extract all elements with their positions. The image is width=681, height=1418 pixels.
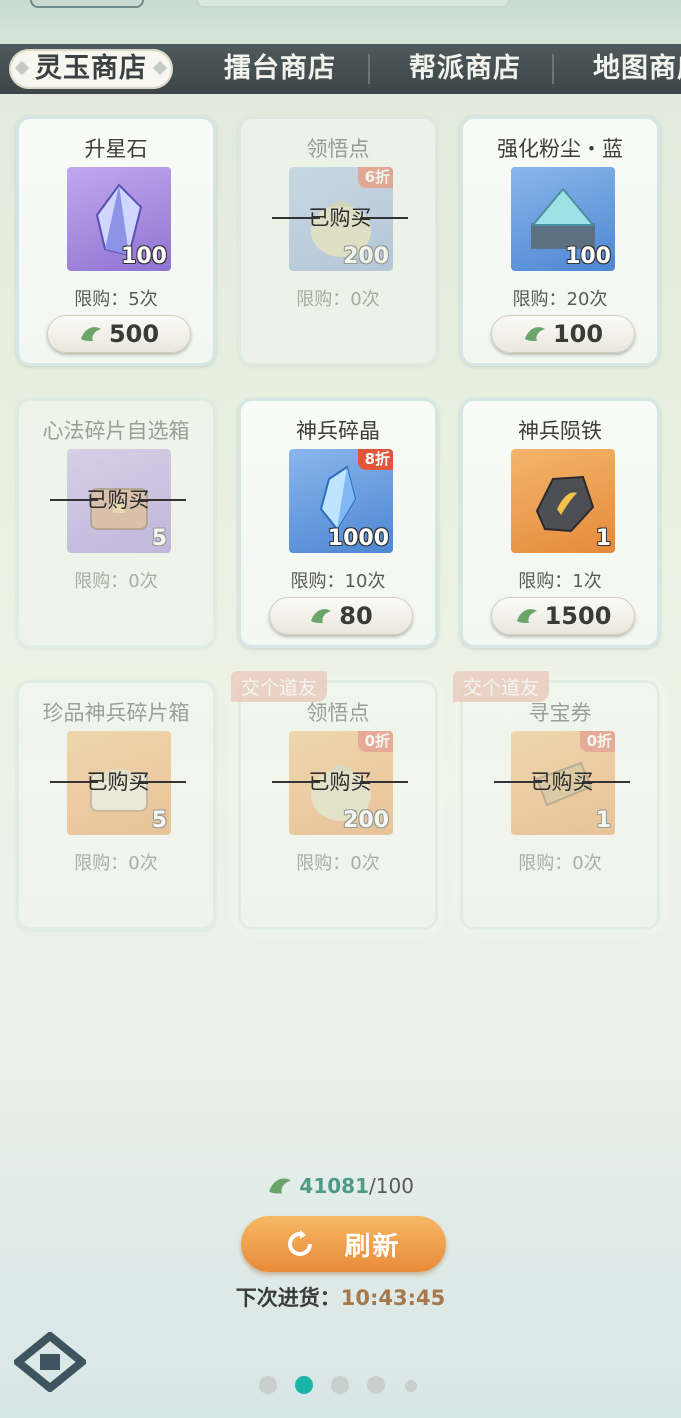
page-dot-active[interactable]	[295, 1376, 313, 1394]
jade-icon	[516, 609, 537, 623]
shop-item-card[interactable]: 交个道友 寻宝券 0折 1 限购：0次	[453, 671, 660, 930]
purchase-limit: 限购：0次	[518, 853, 602, 874]
item-quantity: 1000	[327, 526, 389, 551]
shop-item-card[interactable]: 神兵陨铁 1 限购：1次 1500	[460, 398, 660, 648]
shop-tabs: 灵玉商店 擂台商店 帮派商店 地图商店	[0, 44, 681, 94]
crystal-icon: 100	[67, 167, 171, 271]
refresh-icon	[288, 1230, 313, 1256]
sold-out-label: 已购买	[458, 769, 666, 795]
item-quantity: 5	[151, 526, 167, 551]
shop-item-card[interactable]: 升星石 100 限购：5次 500	[16, 116, 216, 366]
item-name: 珍品神兵碎片箱	[42, 701, 190, 725]
jade-icon	[80, 327, 101, 341]
sold-out-label: 已购买	[14, 487, 222, 513]
shop-item-card[interactable]: 交个道友 领悟点 0折 200 限购：0次	[231, 671, 438, 930]
jade-icon	[311, 609, 332, 623]
shop-item-card[interactable]: 心法碎片自选箱 5 限购：0次	[16, 398, 216, 648]
tab-arena-shop[interactable]: 擂台商店	[224, 44, 336, 94]
price-value: 500	[108, 320, 160, 348]
purchase-limit: 限购：5次	[74, 289, 158, 310]
buy-button[interactable]: 500	[47, 315, 191, 353]
shop-item-card[interactable]: 强化粉尘・蓝 100 限购：20次 100	[460, 116, 660, 366]
discount-badge: 0折	[579, 731, 615, 752]
discount-badge: 8折	[357, 449, 393, 470]
item-quantity: 5	[151, 808, 167, 833]
tab-lingyu-shop[interactable]: 灵玉商店	[9, 49, 173, 89]
restock-timer: 下次进货：10:43:45	[0, 1282, 681, 1312]
refresh-button[interactable]: 刷新	[241, 1216, 446, 1272]
item-quantity: 100	[565, 244, 611, 269]
price-value: 100	[552, 320, 604, 348]
page-dot[interactable]	[367, 1376, 385, 1394]
top-pill-right	[196, 0, 510, 8]
price-value: 80	[339, 602, 373, 630]
currency-balance: 41081/100	[0, 1174, 681, 1198]
item-quantity: 200	[343, 808, 389, 833]
purchase-limit: 限购：1次	[518, 571, 602, 592]
tab-divider	[368, 54, 370, 84]
discount-badge: 6折	[357, 167, 393, 188]
purchase-limit: 限购：10次	[290, 571, 386, 592]
item-quantity: 200	[343, 244, 389, 269]
sold-out-label: 已购买	[14, 769, 222, 795]
sold-out-label: 已购买	[236, 769, 444, 795]
jade-icon	[524, 327, 545, 341]
item-name: 升星石	[84, 137, 148, 161]
item-quantity: 1	[595, 526, 611, 551]
item-name: 心法碎片自选箱	[42, 419, 190, 443]
top-bar	[0, 0, 681, 44]
purchase-limit: 限购：0次	[74, 571, 158, 592]
page-dot[interactable]	[259, 1376, 277, 1394]
page-indicator	[0, 1376, 681, 1396]
sold-out-label: 已购买	[236, 205, 444, 231]
blue-crystal-icon: 8折 1000	[289, 449, 393, 553]
purchase-limit: 限购：0次	[296, 289, 380, 310]
purchase-limit: 限购：0次	[296, 853, 380, 874]
meteor-iron-icon: 1	[511, 449, 615, 553]
buy-button[interactable]: 80	[269, 597, 413, 635]
friend-tag: 交个道友	[453, 671, 550, 702]
buy-button[interactable]: 100	[491, 315, 635, 353]
currency-max: /100	[369, 1174, 414, 1198]
item-quantity: 100	[121, 244, 167, 269]
dust-box-icon: 100	[511, 167, 615, 271]
item-quantity: 1	[595, 808, 611, 833]
top-pill-left	[30, 0, 144, 8]
restock-label: 下次进货：	[235, 1286, 341, 1310]
restock-time: 10:43:45	[340, 1286, 446, 1310]
price-value: 1500	[544, 602, 612, 630]
item-name: 神兵碎晶	[296, 419, 380, 443]
shop-item-card[interactable]: 珍品神兵碎片箱 5 限购：0次	[16, 680, 216, 930]
shop-item-card[interactable]: 神兵碎晶 8折 1000 限购：10次 80	[238, 398, 438, 648]
item-name: 领悟点	[306, 137, 370, 161]
friend-tag: 交个道友	[231, 671, 328, 702]
refresh-label: 刷新	[344, 1231, 401, 1262]
item-name: 强化粉尘・蓝	[497, 137, 623, 161]
shop-item-card[interactable]: 领悟点 6折 200 限购：0次	[238, 116, 438, 366]
page-dot[interactable]	[331, 1376, 349, 1394]
discount-badge: 0折	[357, 731, 393, 752]
tab-divider	[552, 54, 554, 84]
tab-map-shop[interactable]: 地图商店	[593, 44, 681, 94]
currency-current: 41081	[299, 1174, 370, 1198]
page-dot[interactable]	[405, 1380, 417, 1392]
purchase-limit: 限购：20次	[512, 289, 608, 310]
purchase-limit: 限购：0次	[74, 853, 158, 874]
item-name: 神兵陨铁	[518, 419, 602, 443]
tab-guild-shop[interactable]: 帮派商店	[409, 44, 521, 94]
buy-button[interactable]: 1500	[491, 597, 635, 635]
jade-icon	[269, 1178, 291, 1194]
